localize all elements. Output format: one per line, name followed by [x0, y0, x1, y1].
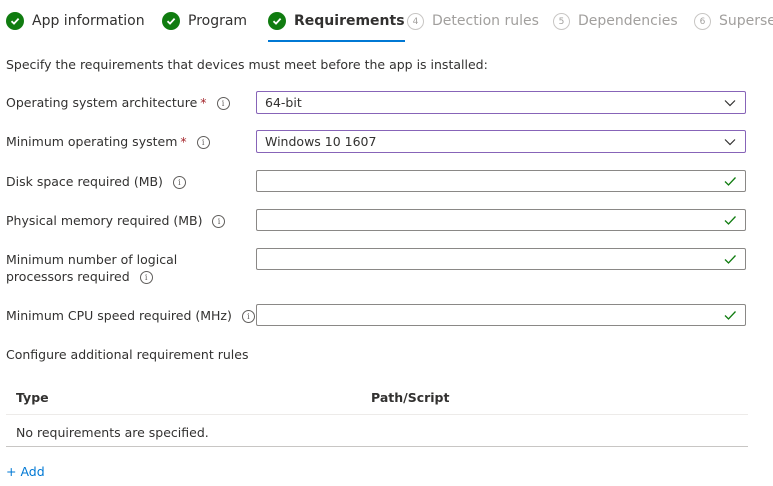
physical-memory-input[interactable]	[256, 209, 746, 231]
tab-requirements[interactable]: Requirements	[268, 12, 405, 42]
info-icon[interactable]: i	[241, 310, 255, 323]
empty-table-message: No requirements are specified.	[16, 425, 209, 440]
valid-checkmark-icon	[723, 174, 737, 188]
logical-processors-input[interactable]	[256, 248, 746, 270]
info-icon[interactable]: i	[196, 136, 210, 149]
tab-label: Supersedence	[719, 13, 773, 29]
tab-program[interactable]: Program	[162, 12, 247, 40]
cpu-speed-input[interactable]	[256, 304, 746, 326]
column-header-path-script: Path/Script	[371, 390, 450, 405]
tab-app-information[interactable]: App information	[6, 12, 145, 40]
table-bottom-divider	[6, 446, 748, 447]
tab-supersedence[interactable]: 6 Supersedence	[694, 12, 773, 40]
required-asterisk: *	[180, 134, 187, 149]
minimum-os-dropdown[interactable]: Windows 10 1607	[256, 130, 746, 153]
checkmark-icon	[268, 12, 286, 30]
step-number-icon: 4	[407, 13, 424, 30]
checkmark-icon	[162, 12, 180, 30]
valid-checkmark-icon	[723, 213, 737, 227]
tab-label: Detection rules	[432, 13, 539, 29]
os-architecture-dropdown[interactable]: 64-bit	[256, 91, 746, 114]
tab-label: Requirements	[294, 13, 405, 29]
minimum-os-value: Windows 10 1607	[265, 134, 377, 149]
tab-label: Dependencies	[578, 13, 678, 29]
valid-checkmark-icon	[723, 308, 737, 322]
os-architecture-label: Operating system architecture * i	[6, 94, 230, 111]
tab-dependencies[interactable]: 5 Dependencies	[553, 12, 678, 40]
wizard-tabs: App information Program Requirements 4 D…	[0, 0, 773, 42]
chevron-down-icon	[723, 135, 737, 149]
tab-label: Program	[188, 13, 248, 29]
info-icon[interactable]: i	[212, 215, 226, 228]
info-icon[interactable]: i	[139, 271, 153, 284]
disk-space-input[interactable]	[256, 170, 746, 192]
chevron-down-icon	[723, 96, 737, 110]
info-icon[interactable]: i	[172, 176, 186, 189]
additional-rules-heading: Configure additional requirement rules	[6, 347, 249, 362]
table-header-divider	[6, 414, 748, 415]
minimum-os-label: Minimum operating system * i	[6, 133, 210, 150]
os-architecture-value: 64-bit	[265, 95, 302, 110]
tab-label: App information	[32, 13, 145, 29]
checkmark-icon	[6, 12, 24, 30]
physical-memory-label: Physical memory required (MB) i	[6, 212, 226, 229]
step-number-icon: 5	[553, 13, 570, 30]
valid-checkmark-icon	[723, 252, 737, 266]
page-description: Specify the requirements that devices mu…	[6, 57, 488, 72]
add-requirement-link[interactable]: + Add	[6, 464, 45, 479]
required-asterisk: *	[200, 95, 207, 110]
cpu-speed-label: Minimum CPU speed required (MHz) i	[6, 307, 255, 324]
logical-processors-label: Minimum number of logical processors req…	[6, 252, 178, 284]
step-number-icon: 6	[694, 13, 711, 30]
tab-detection-rules[interactable]: 4 Detection rules	[407, 12, 539, 40]
info-icon[interactable]: i	[216, 97, 230, 110]
column-header-type: Type	[16, 390, 49, 405]
disk-space-label: Disk space required (MB) i	[6, 173, 186, 190]
